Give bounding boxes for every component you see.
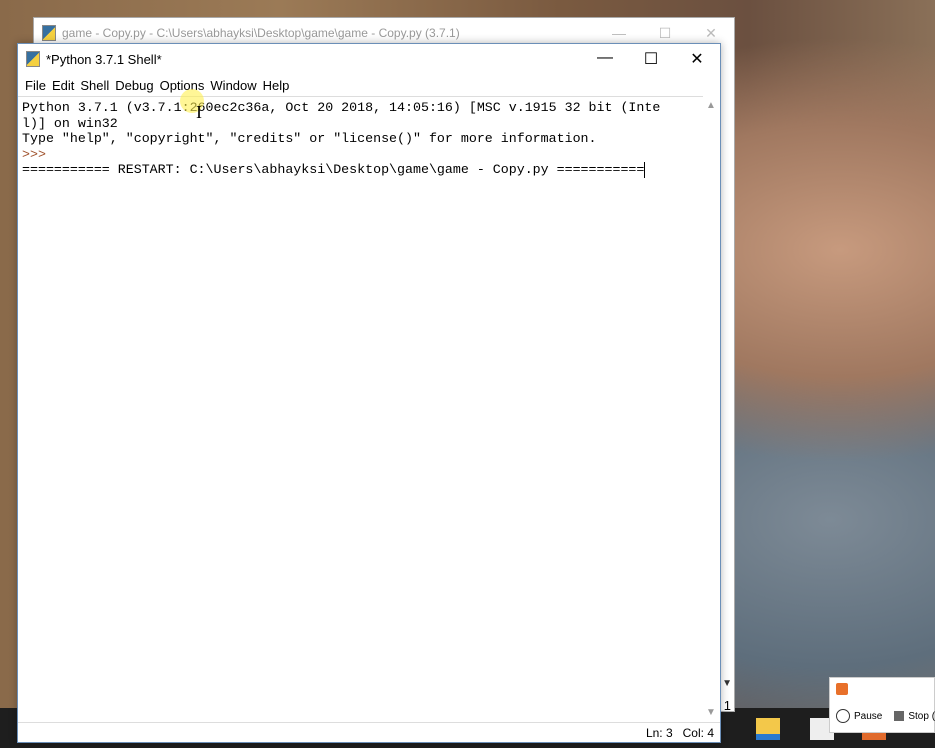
menu-bar: File Edit Shell Debug Options Window Hel… [18, 74, 720, 96]
scroll-up-icon[interactable]: ▲ [706, 100, 716, 111]
status-fragment: 1 [723, 698, 731, 713]
output-line: l)] on win32 [22, 115, 118, 131]
python-shell-window[interactable]: *Python 3.7.1 Shell* — ☐ ✕ File Edit Shell… [17, 43, 721, 743]
shell-text-area[interactable]: Python 3.7.1 (v3.7.1:260ec2c36a, Oct 20 … [18, 96, 703, 722]
python-shell-icon [26, 51, 40, 67]
menu-help[interactable]: Help [260, 78, 293, 93]
title-bar: *Python 3.7.1 Shell* — ☐ ✕ [18, 44, 720, 74]
shell-prompt: >>> [22, 146, 54, 162]
column-number: Col: 4 [682, 725, 714, 740]
scroll-down-icon[interactable]: ▼ [706, 707, 716, 718]
maximize-button[interactable]: ☐ [642, 25, 688, 42]
scroll-down-icon[interactable]: ▼ [722, 678, 732, 689]
output-line: Python 3.7.1 (v3.7.1:260ec2c36a, Oct 20 … [22, 100, 661, 115]
menu-shell[interactable]: Shell [77, 78, 112, 93]
stop-icon[interactable] [894, 711, 905, 721]
menu-window[interactable]: Window [207, 78, 259, 93]
restart-line: =========== RESTART: C:\Users\abhayksi\D… [22, 162, 646, 178]
close-button[interactable]: ✕ [688, 25, 734, 42]
menu-file[interactable]: File [22, 78, 49, 93]
status-bar: Ln: 3 Col: 4 [18, 722, 720, 742]
file-explorer-icon[interactable] [756, 718, 780, 740]
text-cursor-icon: I [196, 102, 202, 122]
output-line: Type "help", "copyright", "credits" or "… [22, 131, 597, 146]
stop-button[interactable]: Stop (F [908, 711, 935, 722]
window-title: game - Copy.py - C:\Users\abhayksi\Deskt… [62, 26, 460, 40]
maximize-button[interactable]: ☐ [628, 49, 674, 69]
recorder-popup: Pause Stop (F [829, 677, 935, 733]
menu-options[interactable]: Options [157, 78, 208, 93]
minimize-button[interactable]: — [582, 49, 628, 69]
pause-icon[interactable] [836, 709, 850, 723]
close-button[interactable]: ✕ [674, 49, 720, 69]
vertical-scrollbar[interactable]: ▲ ▼ [703, 96, 720, 722]
pause-button[interactable]: Pause [854, 711, 882, 722]
recorder-logo-icon [836, 683, 848, 695]
python-file-icon [42, 25, 56, 41]
line-number: Ln: 3 [645, 725, 673, 740]
window-title: *Python 3.7.1 Shell* [46, 51, 162, 67]
minimize-button[interactable]: — [596, 25, 642, 42]
menu-debug[interactable]: Debug [112, 78, 156, 93]
menu-edit[interactable]: Edit [49, 78, 77, 93]
